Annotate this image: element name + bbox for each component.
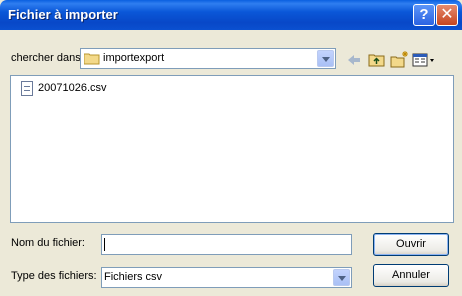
filename-label: Nom du fichier: — [11, 237, 85, 249]
title-bar: Fichier à importer ? ✕ — [0, 0, 462, 30]
file-list[interactable]: 20071026.csv — [10, 75, 454, 223]
filetype-value: Fichiers csv — [104, 271, 163, 283]
window-title: Fichier à importer — [8, 7, 118, 22]
lookin-label: chercher dans: — [11, 52, 84, 64]
help-button[interactable]: ? — [413, 4, 435, 26]
filename-input[interactable] — [101, 234, 352, 255]
back-arrow-icon[interactable] — [344, 50, 364, 70]
lookin-value: importexport — [103, 52, 165, 64]
cancel-button[interactable]: Annuler — [373, 264, 449, 287]
csv-file-icon — [21, 81, 33, 96]
folder-icon — [84, 53, 100, 65]
lookin-dropdown[interactable]: importexport — [80, 48, 336, 69]
filetype-label: Type des fichiers: — [11, 270, 97, 282]
view-menu-icon[interactable] — [411, 50, 437, 70]
open-button[interactable]: Ouvrir — [373, 233, 449, 256]
up-folder-icon[interactable] — [367, 50, 387, 70]
file-name: 20071026.csv — [38, 82, 107, 94]
filetype-dropdown[interactable]: Fichiers csv — [101, 267, 352, 288]
chevron-down-icon[interactable] — [317, 50, 334, 67]
chevron-down-icon[interactable] — [333, 269, 350, 286]
close-button[interactable]: ✕ — [436, 4, 458, 26]
new-folder-icon[interactable] — [389, 50, 409, 70]
text-caret — [104, 238, 105, 251]
